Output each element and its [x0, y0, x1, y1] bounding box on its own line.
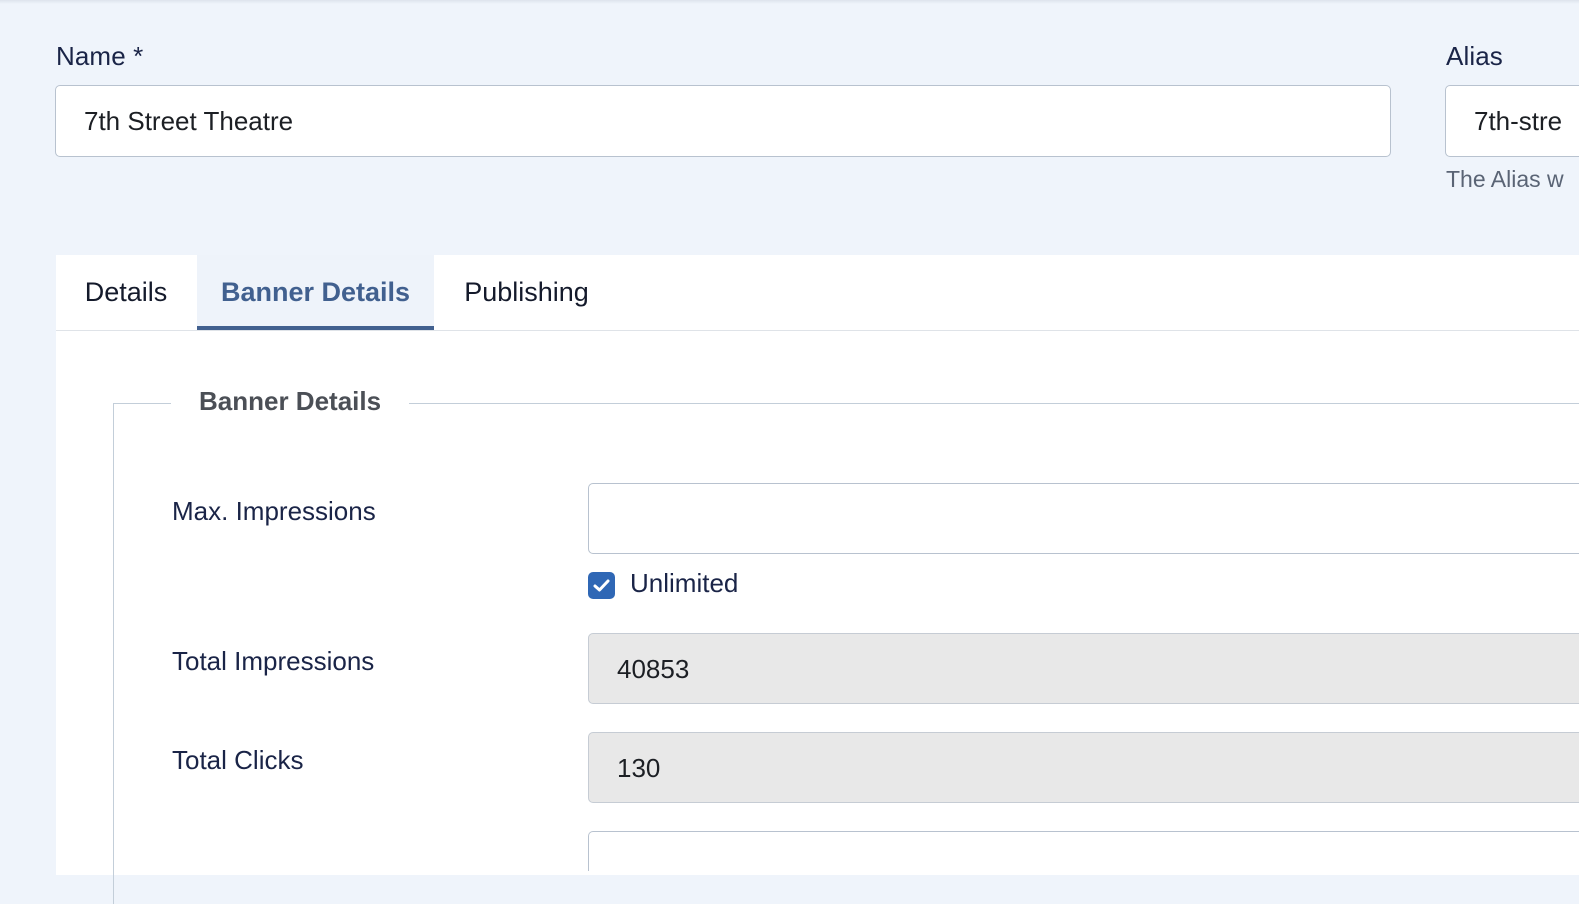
total-clicks-field: 130 — [588, 732, 1579, 803]
total-clicks-label: Total Clicks — [172, 745, 304, 775]
tab-banner-details[interactable]: Banner Details — [197, 255, 434, 330]
tab-publishing[interactable]: Publishing — [434, 255, 619, 330]
unlimited-checkbox[interactable] — [588, 572, 615, 599]
alias-label: Alias — [1446, 41, 1503, 71]
alias-hint: The Alias w — [1446, 166, 1564, 192]
name-label: Name * — [56, 41, 144, 71]
max-impressions-input[interactable] — [588, 483, 1579, 554]
header-shadow — [0, 0, 1579, 4]
total-impressions-label: Total Impressions — [172, 646, 375, 676]
tab-details[interactable]: Details — [56, 255, 196, 330]
tab-bar: Details Banner Details Publishing — [56, 255, 1579, 331]
max-impressions-label: Max. Impressions — [172, 496, 376, 526]
unlimited-label: Unlimited — [630, 568, 739, 598]
total-impressions-field: 40853 — [588, 633, 1579, 704]
name-input[interactable]: 7th Street Theatre — [55, 85, 1391, 157]
next-field-input[interactable] — [588, 831, 1579, 871]
alias-input[interactable]: 7th-stre — [1445, 85, 1579, 157]
check-icon — [593, 579, 610, 592]
fieldset-legend: Banner Details — [171, 386, 410, 417]
edit-card: Details Banner Details Publishing Banner… — [56, 255, 1579, 904]
